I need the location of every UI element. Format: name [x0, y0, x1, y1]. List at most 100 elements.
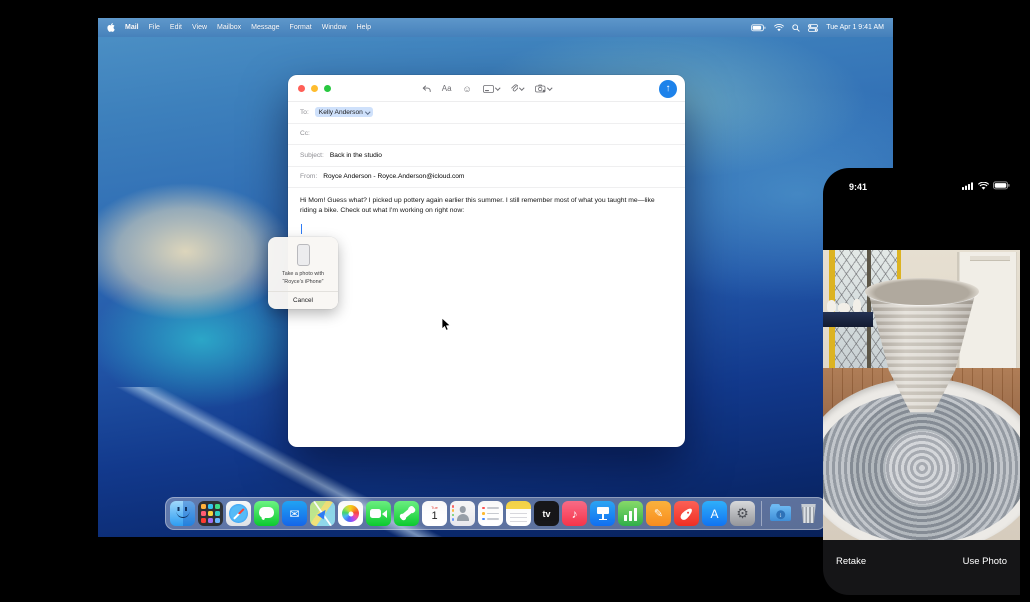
- dock-music-icon[interactable]: ♪: [562, 501, 587, 526]
- clay-pot: [863, 278, 981, 420]
- finder-face: [176, 510, 189, 518]
- popup-text-line1: Take a photo with: [268, 270, 338, 278]
- popup-text-line2: “Royce’s iPhone”: [268, 278, 338, 286]
- menu-message[interactable]: Message: [251, 24, 279, 31]
- dock-keynote-icon[interactable]: [590, 501, 615, 526]
- menu-view[interactable]: View: [192, 24, 207, 31]
- control-center-icon[interactable]: [808, 24, 818, 32]
- dock-settings-icon[interactable]: ⚙: [730, 501, 755, 526]
- dock-finder-icon[interactable]: [170, 501, 195, 526]
- recipient-name: Kelly Anderson: [319, 109, 363, 116]
- dock-safari-icon[interactable]: [226, 501, 251, 526]
- camera-bottom-bar: Retake Use Photo: [823, 540, 1020, 595]
- door-panel: [970, 256, 1010, 261]
- dock-contacts-icon[interactable]: [450, 501, 475, 526]
- menu-clock[interactable]: Tue Apr 1 9:41 AM: [826, 24, 884, 31]
- minimize-button[interactable]: [311, 85, 318, 92]
- emoji-button[interactable]: ☺: [463, 84, 472, 94]
- dock-messages-icon[interactable]: [254, 501, 279, 526]
- cc-label: Cc:: [300, 130, 310, 137]
- camera-preview: [823, 250, 1020, 540]
- cellular-signal-icon: [962, 182, 974, 192]
- mail-compose-window: Aa ☺ ↑ To: Kelly Anderson: [288, 75, 685, 447]
- message-body[interactable]: Hi Mom! Guess what? I picked up pottery …: [288, 188, 685, 216]
- phone-handset-icon: [400, 507, 414, 519]
- dock-reminders-icon[interactable]: [478, 501, 503, 526]
- dock-divider: [761, 501, 762, 526]
- dock-phone-icon[interactable]: [394, 501, 419, 526]
- use-photo-button[interactable]: Use Photo: [963, 556, 1007, 567]
- shelf-pottery: [838, 303, 850, 312]
- dock-appstore-icon[interactable]: A: [702, 501, 727, 526]
- attach-button[interactable]: [510, 84, 524, 93]
- recipient-token[interactable]: Kelly Anderson: [315, 107, 374, 117]
- format-button[interactable]: Aa: [442, 84, 452, 93]
- iphone-status-bar: 9:41: [823, 181, 1020, 192]
- flower-icon: [342, 505, 359, 522]
- subject-value: Back in the studio: [330, 152, 382, 159]
- from-label: From:: [300, 173, 317, 180]
- spotlight-search-icon[interactable]: [792, 24, 800, 32]
- send-button[interactable]: ↑: [659, 80, 677, 98]
- undo-icon[interactable]: [422, 85, 431, 93]
- menu-mail[interactable]: Mail: [125, 24, 139, 31]
- wifi-icon[interactable]: [774, 24, 784, 32]
- continuity-camera-button[interactable]: [535, 84, 552, 93]
- text-insertion-caret: [301, 224, 302, 234]
- chevron-down-icon: [365, 109, 370, 114]
- battery-icon: [993, 181, 1010, 192]
- mac-desktop: Mail File Edit View Mailbox Message Form…: [98, 18, 893, 537]
- continuity-camera-popup: Take a photo with “Royce’s iPhone” Cance…: [268, 237, 338, 309]
- dock-maps-icon[interactable]: [310, 501, 335, 526]
- compose-titlebar: Aa ☺ ↑: [288, 75, 685, 102]
- appstore-a-icon: A: [710, 507, 718, 521]
- battery-icon[interactable]: [751, 24, 766, 32]
- iphone-screen: 9:41 Retake Use Phot: [823, 168, 1020, 595]
- calendar-day: 1: [431, 511, 437, 522]
- dock-launchpad-icon[interactable]: [198, 501, 223, 526]
- cancel-button[interactable]: Cancel: [268, 292, 338, 309]
- apple-menu-icon[interactable]: [107, 23, 115, 32]
- chevron-down-icon: [495, 85, 500, 90]
- menu-format[interactable]: Format: [290, 24, 312, 31]
- dock-numbers-icon[interactable]: [618, 501, 643, 526]
- navigation-arrow-icon: [317, 508, 329, 520]
- subject-label: Subject:: [300, 152, 324, 159]
- menu-file[interactable]: File: [149, 24, 160, 31]
- to-row[interactable]: To: Kelly Anderson: [288, 102, 685, 124]
- from-row[interactable]: From: Royce Anderson - Royce.Anderson@ic…: [288, 167, 685, 189]
- iphone-clock: 9:41: [849, 182, 867, 192]
- dock-calendar-icon[interactable]: Tue 1: [422, 501, 447, 526]
- dock-photos-icon[interactable]: [338, 501, 363, 526]
- dock-mail-icon[interactable]: ✉: [282, 501, 307, 526]
- menu-bar: Mail File Edit View Mailbox Message Form…: [98, 18, 893, 37]
- tv-label: tv: [542, 509, 550, 519]
- chevron-down-icon: [547, 85, 552, 90]
- cc-row[interactable]: Cc:: [288, 124, 685, 146]
- dock-pages-icon[interactable]: ✎: [646, 501, 671, 526]
- dock: ✉ Tue 1: [165, 497, 826, 530]
- dock-downloads-icon[interactable]: ↓: [768, 501, 793, 526]
- photo-browser-button[interactable]: [483, 85, 500, 93]
- menu-window[interactable]: Window: [322, 24, 347, 31]
- dock-appletv-icon[interactable]: tv: [534, 501, 559, 526]
- dock-rocket-icon[interactable]: [674, 501, 699, 526]
- dock-facetime-icon[interactable]: [366, 501, 391, 526]
- menu-mailbox[interactable]: Mailbox: [217, 24, 241, 31]
- rocket-icon: [679, 506, 694, 521]
- dock-notes-icon[interactable]: [506, 501, 531, 526]
- subject-row[interactable]: Subject: Back in the studio: [288, 145, 685, 167]
- menu-help[interactable]: Help: [357, 24, 371, 31]
- menu-edit[interactable]: Edit: [170, 24, 182, 31]
- person-silhouette-icon: [459, 506, 466, 513]
- zoom-button[interactable]: [324, 85, 331, 92]
- to-label: To:: [300, 109, 309, 116]
- close-button[interactable]: [298, 85, 305, 92]
- retake-button[interactable]: Retake: [836, 556, 866, 567]
- download-arrow-icon: ↓: [776, 510, 786, 520]
- shelf-pottery: [827, 300, 836, 312]
- trash-basket-icon: [800, 504, 817, 523]
- dock-trash-icon[interactable]: [796, 501, 821, 526]
- speech-bubble-icon: [259, 507, 274, 518]
- chevron-down-icon: [520, 85, 525, 90]
